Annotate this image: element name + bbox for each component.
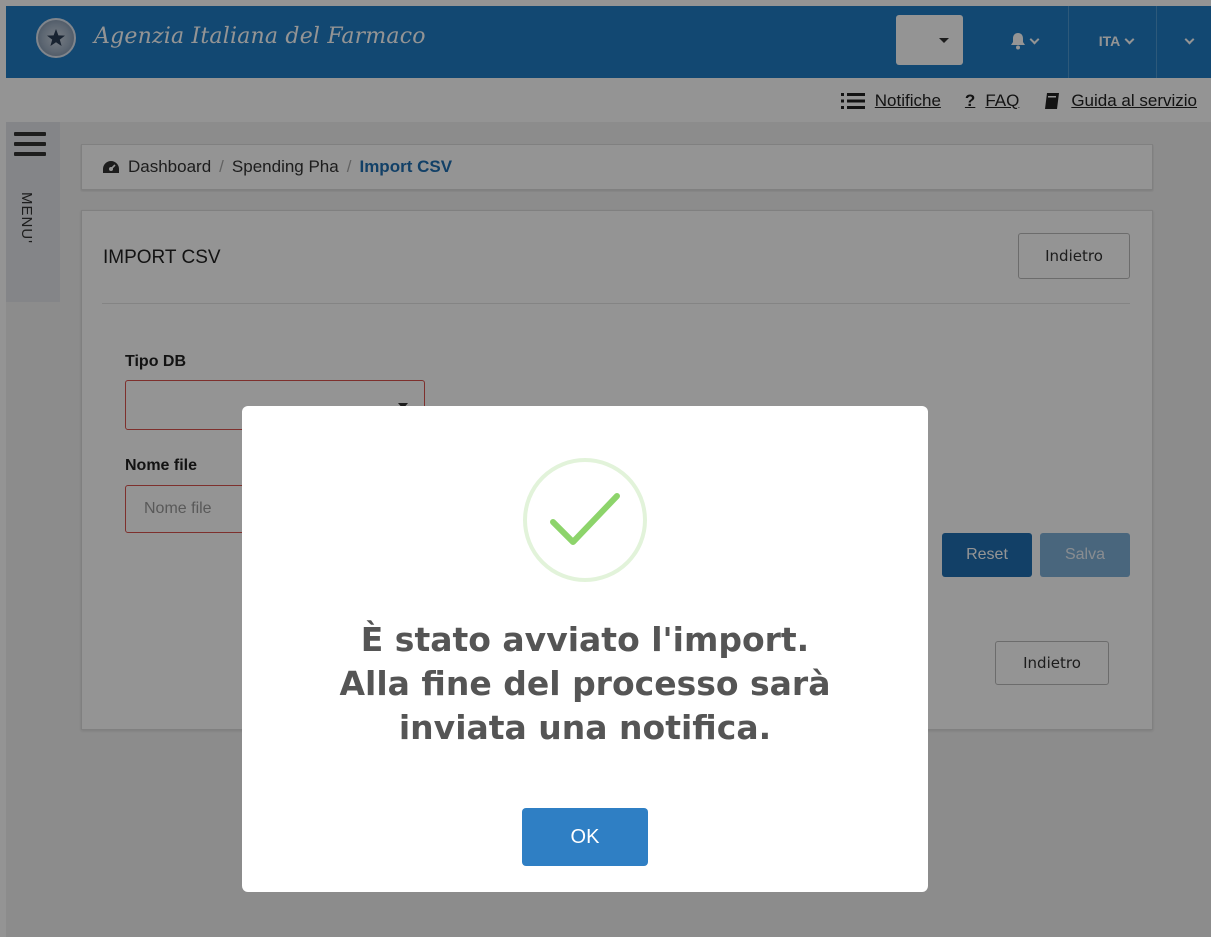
modal-message-line: È stato avviato l'import. [360,620,810,659]
success-modal: È stato avviato l'import. Alla fine del … [242,406,928,892]
success-check-icon [523,458,647,582]
modal-message-line: inviata una notifica. [398,708,772,747]
modal-message: È stato avviato l'import. Alla fine del … [262,618,908,750]
ok-button[interactable]: OK [522,808,648,866]
modal-message-line: Alla fine del processo sarà [339,664,831,703]
